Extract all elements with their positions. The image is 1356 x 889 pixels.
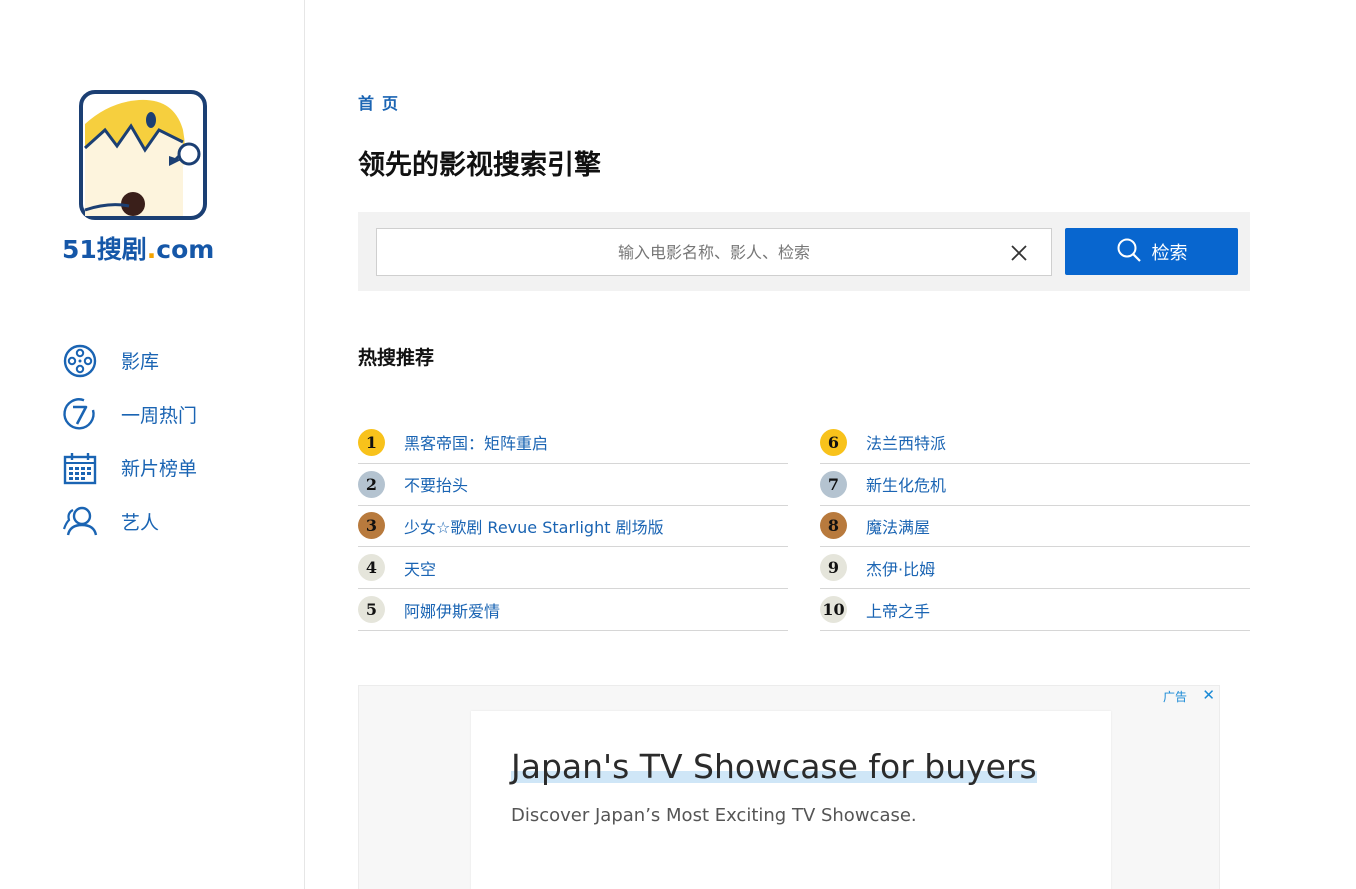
- rank-badge: 6: [820, 428, 847, 456]
- rank-badge: 8: [820, 512, 847, 540]
- chick-logo-icon: [79, 90, 207, 220]
- hot-item-title[interactable]: 阿娜伊斯爱情: [404, 598, 500, 622]
- ad-description: Discover Japan’s Most Exciting TV Showca…: [511, 805, 917, 826]
- search-box: [376, 228, 1052, 276]
- page-title: 领先的影视搜索引擎: [358, 150, 601, 181]
- search-button-label: 检索: [1151, 242, 1188, 264]
- hot-item-title[interactable]: 上帝之手: [866, 598, 930, 622]
- hot-list-right: 6 法兰西特派 7 新生化危机 8 魔法满屋 9 杰伊·比姆 10 上帝之手: [820, 422, 1250, 631]
- rank-badge: 5: [358, 596, 385, 624]
- hot-item-title[interactable]: 新生化危机: [866, 472, 946, 496]
- hot-item-title[interactable]: 杰伊·比姆: [866, 556, 935, 580]
- hot-list-item[interactable]: 8 魔法满屋: [820, 506, 1250, 548]
- clear-icon[interactable]: [1007, 241, 1031, 265]
- hot-item-title[interactable]: 黑客帝国：矩阵重启: [404, 430, 548, 454]
- calendar-icon: [62, 450, 98, 486]
- ad-label[interactable]: 广告: [1163, 688, 1187, 705]
- seven-day-icon: [62, 396, 98, 432]
- hot-list-item[interactable]: 2 不要抬头: [358, 464, 788, 506]
- rank-badge: 4: [358, 554, 385, 582]
- sidebar-item-new-releases[interactable]: 新片榜单: [62, 441, 262, 495]
- sidebar-item-label: 影库: [121, 351, 160, 374]
- ad-card[interactable]: Japan's TV Showcase for buyers Discover …: [471, 711, 1111, 889]
- hot-list-item[interactable]: 4 天空: [358, 547, 788, 590]
- sidebar-item-label: 艺人: [121, 511, 160, 534]
- sidebar-item-label: 一周热门: [121, 404, 198, 427]
- sidebar-item-label: 新片榜单: [121, 458, 198, 481]
- rank-badge: 9: [820, 554, 847, 582]
- hot-list-left: 1 黑客帝国：矩阵重启 2 不要抬头 3 少女☆歌剧 Revue Starlig…: [358, 422, 788, 631]
- hot-list-item[interactable]: 3 少女☆歌剧 Revue Starlight 剧场版: [358, 506, 788, 548]
- people-icon: [62, 503, 98, 539]
- logo-text: 51搜剧.com: [62, 235, 215, 264]
- rank-badge: 3: [358, 512, 385, 540]
- ad-headline[interactable]: Japan's TV Showcase for buyers: [511, 747, 1037, 786]
- sidebar-item-artists[interactable]: 艺人: [62, 495, 262, 549]
- ad-banner: 广告 ✕ Japan's TV Showcase for buyers Disc…: [358, 685, 1220, 889]
- hot-item-title[interactable]: 魔法满屋: [866, 514, 930, 538]
- hot-item-title[interactable]: 法兰西特派: [866, 430, 946, 454]
- search-icon: [1116, 237, 1142, 267]
- rank-badge: 2: [358, 470, 385, 498]
- sidebar: 51搜剧.com 影库 一周热门 新片榜单 艺人: [0, 0, 305, 889]
- hot-list-item[interactable]: 9 杰伊·比姆: [820, 547, 1250, 590]
- breadcrumb-home[interactable]: 首页: [358, 90, 406, 114]
- hot-list-item[interactable]: 6 法兰西特派: [820, 422, 1250, 464]
- hot-item-title[interactable]: 天空: [404, 556, 436, 580]
- hot-list-item[interactable]: 5 阿娜伊斯爱情: [358, 589, 788, 631]
- sidebar-item-film-library[interactable]: 影库: [62, 334, 262, 388]
- rank-badge: 10: [820, 596, 847, 624]
- ad-close-icon[interactable]: ✕: [1202, 686, 1215, 704]
- rank-badge: 7: [820, 470, 847, 498]
- sidebar-nav: 影库 一周热门 新片榜单 艺人: [62, 334, 262, 548]
- search-input[interactable]: [377, 229, 1051, 275]
- search-button[interactable]: 检索: [1065, 228, 1238, 275]
- hot-search-title: 热搜推荐: [358, 347, 435, 369]
- hot-item-title[interactable]: 少女☆歌剧 Revue Starlight 剧场版: [404, 514, 664, 538]
- sidebar-item-weekly-hot[interactable]: 一周热门: [62, 388, 262, 442]
- search-panel: 检索: [358, 212, 1250, 291]
- film-reel-icon: [62, 343, 98, 379]
- rank-badge: 1: [358, 428, 385, 456]
- hot-list-item[interactable]: 7 新生化危机: [820, 464, 1250, 506]
- hot-list-item[interactable]: 10 上帝之手: [820, 589, 1250, 631]
- hot-item-title[interactable]: 不要抬头: [404, 472, 468, 496]
- hot-list-item[interactable]: 1 黑客帝国：矩阵重启: [358, 422, 788, 464]
